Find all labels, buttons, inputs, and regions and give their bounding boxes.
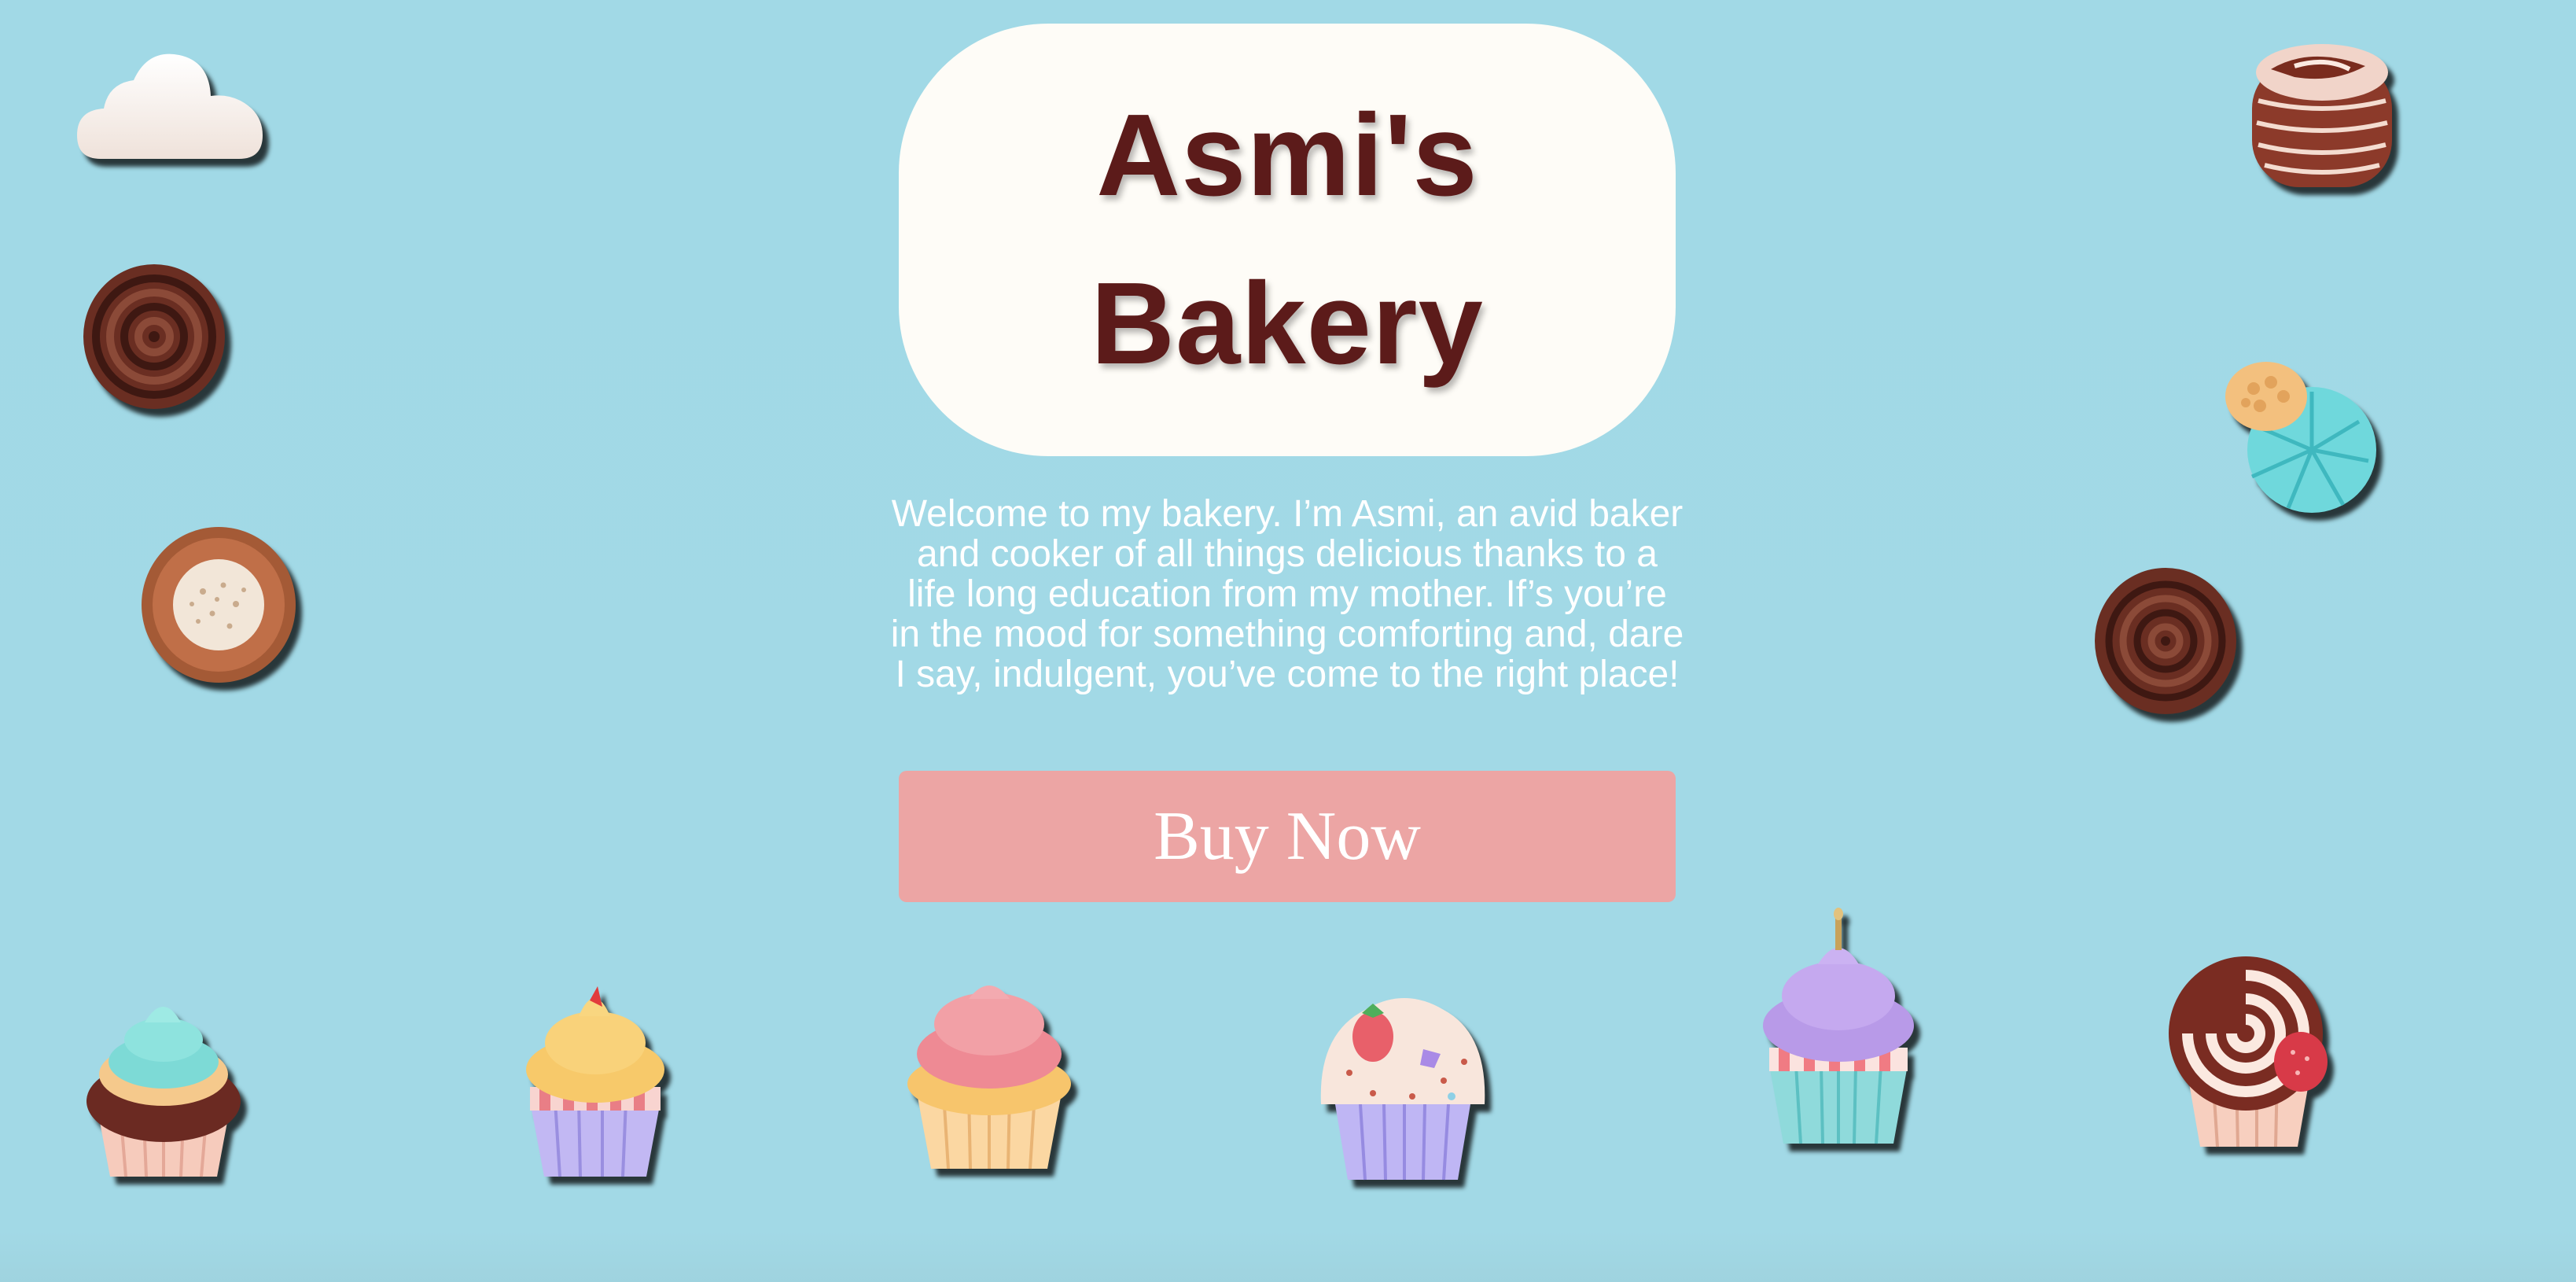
yellow-cupcake-icon xyxy=(524,983,667,1177)
title-card: Asmi's Bakery xyxy=(899,24,1676,456)
page: Asmi's Bakery Welcome to my bakery. I’m … xyxy=(0,0,2576,1282)
title-line-2: Bakery xyxy=(1091,259,1484,389)
chocolate-swirl-icon xyxy=(2095,568,2236,714)
buy-now-button[interactable]: Buy Now xyxy=(899,771,1676,902)
chocolate-layer-cake-icon xyxy=(2247,38,2397,195)
cookie-icon xyxy=(142,527,296,683)
teal-cupcake-icon xyxy=(85,991,242,1178)
blue-pastry-icon xyxy=(2225,359,2378,514)
lavender-cupcake-icon xyxy=(1761,908,1915,1145)
chocolate-swirl-icon xyxy=(83,264,225,409)
title-line-1: Asmi's xyxy=(1096,90,1478,220)
swirl-cupcake-icon xyxy=(2167,956,2331,1148)
cloud-icon xyxy=(77,49,263,159)
intro-paragraph: Welcome to my bakery. I’m Asmi, an avid … xyxy=(890,493,1684,695)
pink-cupcake-icon xyxy=(906,975,1073,1170)
strawberry-cupcake-icon xyxy=(1318,986,1488,1181)
